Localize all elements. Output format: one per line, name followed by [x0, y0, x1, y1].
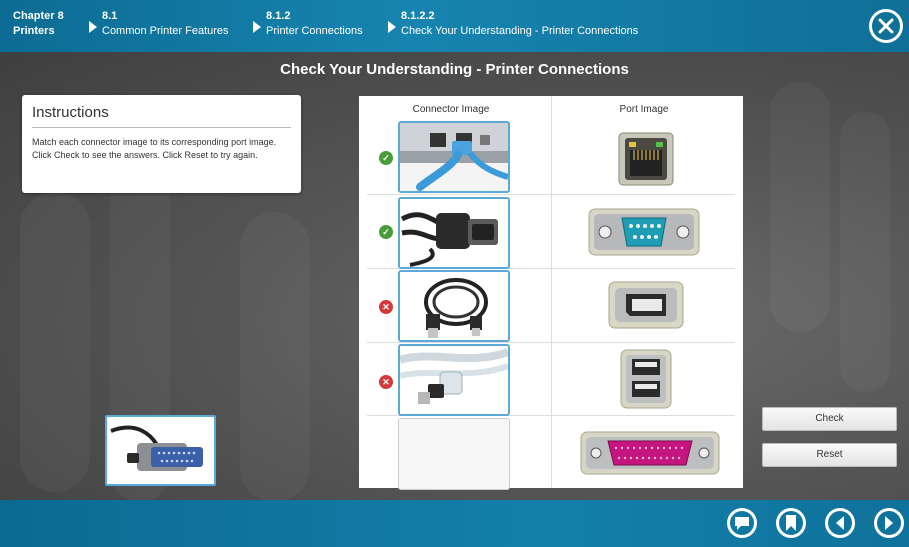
- breadcrumb-chapter[interactable]: Chapter 8 Printers: [13, 10, 64, 38]
- previous-button[interactable]: [825, 508, 855, 538]
- reset-button[interactable]: Reset: [762, 443, 897, 467]
- bookmark-button[interactable]: [776, 508, 806, 538]
- breadcrumb-page[interactable]: 8.1.2.2 Check Your Understanding - Print…: [388, 10, 638, 38]
- next-button[interactable]: [874, 508, 904, 538]
- incorrect-x-icon: ✕: [379, 375, 393, 389]
- top-navigation-bar: Chapter 8 Printers 8.1 Common Printer Fe…: [0, 0, 909, 52]
- correct-check-icon: ✓: [379, 225, 393, 239]
- connector-firewire-cable[interactable]: [398, 344, 510, 416]
- breadcrumb-number: 8.1.2: [266, 10, 291, 22]
- usb-ports-image: [620, 349, 672, 409]
- breadcrumb-number: 8.1.2.2: [401, 10, 435, 22]
- port-parallel: [580, 431, 720, 480]
- background-decoration: [770, 82, 830, 332]
- empty-drop-zone[interactable]: [398, 418, 510, 490]
- previous-icon: [836, 516, 844, 530]
- close-button[interactable]: [869, 9, 903, 43]
- usb-cable-image: [400, 272, 508, 340]
- breadcrumb-topic[interactable]: 8.1.2 Printer Connections: [253, 10, 363, 38]
- instructions-panel: Instructions Match each connector image …: [22, 95, 301, 193]
- matching-panel: Connector Image Port Image ✓ ✓ ✕ ✕: [359, 96, 743, 490]
- bottom-navigation-bar: [0, 500, 909, 547]
- breadcrumb-arrow-icon: [89, 21, 97, 33]
- port-serial: [588, 208, 700, 261]
- breadcrumb-label: Common Printer Features: [102, 25, 229, 37]
- connector-column-header: Connector Image: [412, 104, 490, 115]
- background-decoration: [840, 112, 890, 392]
- serial-cable-image: [400, 199, 508, 267]
- firewire-cable-image: [400, 346, 508, 414]
- draggable-parallel-cable[interactable]: [105, 415, 216, 486]
- check-button[interactable]: Check: [762, 407, 897, 431]
- instructions-heading: Instructions: [32, 104, 291, 128]
- firewire-port-image: [608, 281, 684, 329]
- breadcrumb-arrow-icon: [388, 21, 396, 33]
- column-divider: [551, 96, 552, 488]
- breadcrumb-label: Printers: [13, 25, 55, 37]
- comment-button[interactable]: [727, 508, 757, 538]
- connector-serial-cable[interactable]: [398, 197, 510, 269]
- row-divider: [367, 342, 735, 343]
- port-ethernet: [618, 132, 674, 191]
- breadcrumb-number: Chapter 8: [13, 10, 64, 22]
- breadcrumb-section[interactable]: 8.1 Common Printer Features: [89, 10, 229, 38]
- incorrect-x-icon: ✕: [379, 300, 393, 314]
- close-icon: [878, 18, 894, 34]
- port-column-header: Port Image: [619, 104, 669, 115]
- background-decoration: [240, 212, 310, 502]
- connector-ethernet-cable[interactable]: [398, 121, 510, 193]
- port-usb: [620, 349, 672, 414]
- correct-check-icon: ✓: [379, 151, 393, 165]
- instructions-text: Match each connector image to its corres…: [32, 137, 277, 160]
- next-icon: [885, 516, 893, 530]
- ethernet-port-image: [618, 132, 674, 186]
- bookmark-icon: [786, 515, 796, 531]
- port-firewire: [608, 281, 684, 334]
- row-divider: [367, 194, 735, 195]
- parallel-cable-image: [107, 417, 214, 484]
- page-title: Check Your Understanding - Printer Conne…: [280, 61, 629, 78]
- comment-icon: [735, 517, 749, 530]
- breadcrumb-number: 8.1: [102, 10, 118, 22]
- connector-usb-cable[interactable]: [398, 270, 510, 342]
- serial-port-image: [588, 208, 700, 256]
- breadcrumb-arrow-icon: [253, 21, 261, 33]
- background-decoration: [20, 192, 90, 492]
- breadcrumb-label: Printer Connections: [266, 25, 363, 37]
- parallel-port-image: [580, 431, 720, 475]
- breadcrumb-label: Check Your Understanding - Printer Conne…: [401, 25, 639, 37]
- ethernet-cable-image: [400, 123, 508, 191]
